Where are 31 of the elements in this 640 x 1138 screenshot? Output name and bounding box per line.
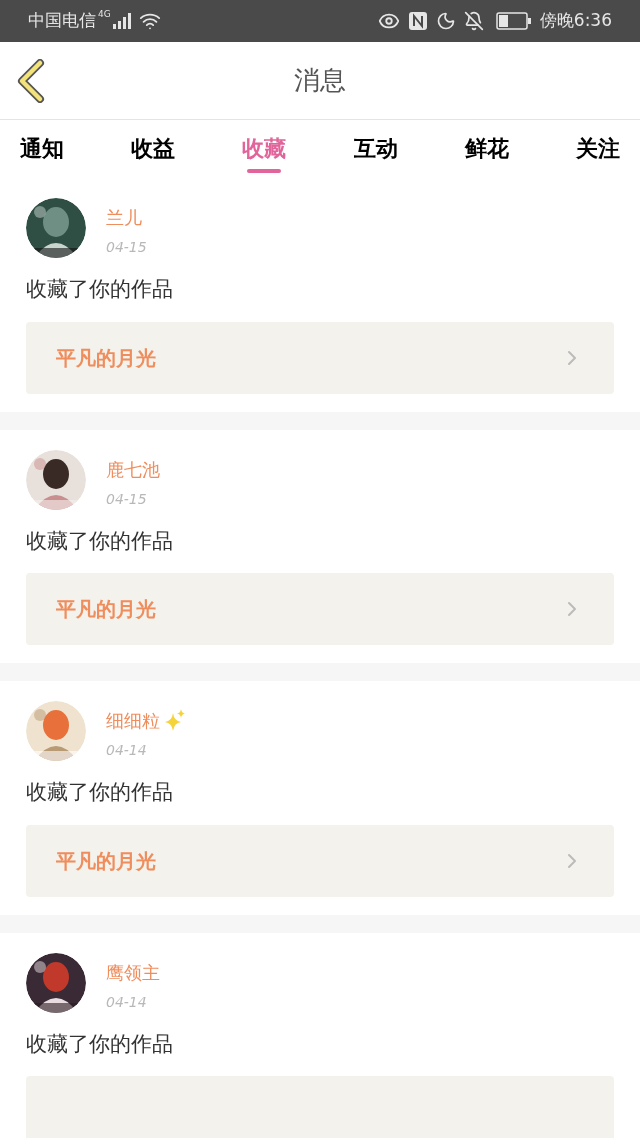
message-text: 收藏了你的作品 xyxy=(26,527,174,555)
signal-icon xyxy=(112,13,131,29)
message-text: 收藏了你的作品 xyxy=(26,276,174,303)
user-name[interactable]: 鹿七池 xyxy=(106,455,160,483)
tab[interactable]: 互动 xyxy=(353,120,398,178)
work-link[interactable]: 平凡的月光 xyxy=(26,321,614,394)
date-label: 04-14 xyxy=(106,741,148,760)
user-name[interactable]: 细细粒 xyxy=(106,707,160,734)
bell-off-icon xyxy=(463,11,484,31)
moon-icon xyxy=(435,11,456,31)
tab[interactable]: 鲜花 xyxy=(464,120,509,178)
work-link[interactable]: 平凡的月光 xyxy=(26,573,614,645)
carrier-label: 中国电信 xyxy=(28,9,96,33)
network-label: 4G xyxy=(98,8,111,21)
nfc-icon xyxy=(407,11,428,31)
date-label: 04-15 xyxy=(106,489,148,509)
message-text: 收藏了你的作品 xyxy=(26,779,174,806)
clock-label: 傍晚6:36 xyxy=(539,9,612,33)
date-label: 04-15 xyxy=(106,238,147,257)
date-label: 04-14 xyxy=(106,992,148,1012)
tab[interactable]: 收益 xyxy=(131,120,176,178)
user-name[interactable]: 鹰领主 xyxy=(106,958,160,986)
tab[interactable]: 收藏 xyxy=(242,120,287,178)
message-text: 收藏了你的作品 xyxy=(26,1030,174,1058)
user-name[interactable]: 兰儿 xyxy=(106,204,142,231)
tab[interactable]: 关注 xyxy=(575,120,620,178)
work-link[interactable]: 平凡的月光 xyxy=(26,824,614,897)
tab[interactable]: 通知 xyxy=(20,120,64,178)
battery-icon xyxy=(495,12,532,30)
back-icon xyxy=(16,58,46,103)
page-title: 消息 xyxy=(294,64,346,97)
